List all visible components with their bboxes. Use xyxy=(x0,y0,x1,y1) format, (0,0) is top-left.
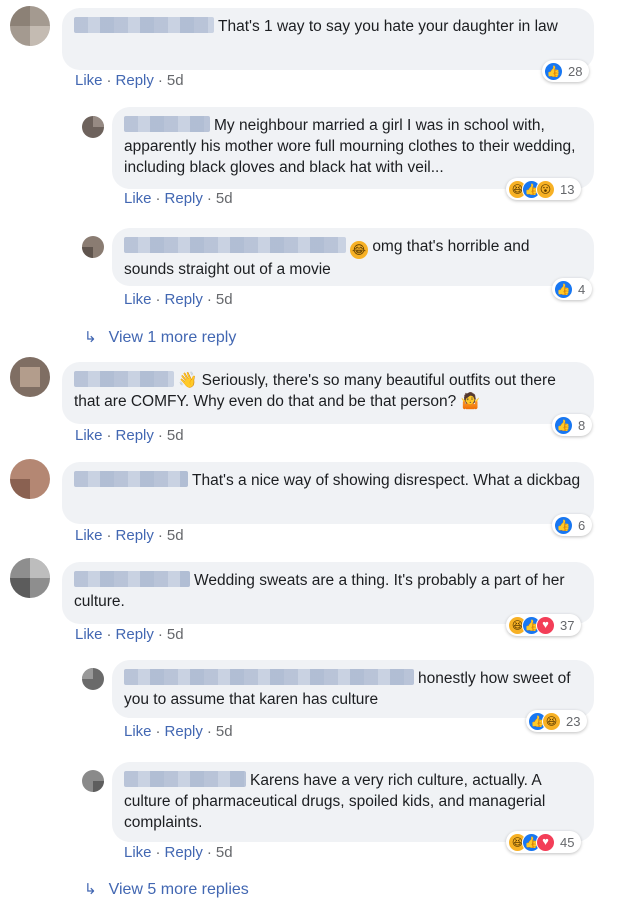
avatar[interactable] xyxy=(82,668,104,690)
commenter-name[interactable] xyxy=(124,237,346,253)
laughing-emoji-icon: 😂 xyxy=(350,241,368,259)
reply-link[interactable]: Reply xyxy=(165,190,203,207)
wow-reaction-icon: 😮 xyxy=(536,179,555,199)
reply-link[interactable]: Reply xyxy=(165,291,203,308)
avatar[interactable] xyxy=(82,236,104,258)
reply-arrow-icon: ↳ xyxy=(84,881,97,898)
like-link[interactable]: Like xyxy=(75,72,103,89)
comment-bubble: 👋 Seriously, there's so many beautiful o… xyxy=(62,362,594,424)
reply-link[interactable]: Reply xyxy=(116,626,154,643)
like-link[interactable]: Like xyxy=(124,190,152,207)
reaction-count: 13 xyxy=(560,181,575,197)
commenter-name[interactable] xyxy=(74,471,188,487)
reaction-count: 8 xyxy=(578,417,586,433)
timestamp[interactable]: 5d xyxy=(167,626,184,643)
comment-bubble: My neighbour married a girl I was in sch… xyxy=(112,107,594,189)
view-more-replies-link[interactable]: ↳ View 1 more reply xyxy=(84,328,236,347)
comment-actions: Like · Reply · 5d xyxy=(124,190,233,207)
like-link[interactable]: Like xyxy=(75,527,103,544)
haha-reaction-icon: 😆 xyxy=(542,711,561,731)
comment-text: That's 1 way to say you hate your daught… xyxy=(218,18,558,35)
reaction-count: 28 xyxy=(568,63,583,79)
commenter-name[interactable] xyxy=(124,116,210,132)
avatar[interactable] xyxy=(10,558,50,598)
comment-bubble: That's a nice way of showing disrespect.… xyxy=(62,462,594,524)
like-reaction-icon: 👍 xyxy=(554,279,573,299)
avatar[interactable] xyxy=(10,6,50,46)
reply-link[interactable]: Reply xyxy=(165,844,203,861)
comment-actions: Like · Reply · 5d xyxy=(75,527,184,544)
like-link[interactable]: Like xyxy=(75,626,103,643)
comment-actions: Like · Reply · 5d xyxy=(75,72,184,89)
reaction-summary[interactable]: 😆 👍 ♥ 37 xyxy=(506,614,582,636)
comment-actions: Like · Reply · 5d xyxy=(124,291,233,308)
timestamp[interactable]: 5d xyxy=(216,291,233,308)
reply-link[interactable]: Reply xyxy=(116,527,154,544)
like-link[interactable]: Like xyxy=(124,844,152,861)
like-link[interactable]: Like xyxy=(124,723,152,740)
reaction-summary[interactable]: 😆 👍 😮 13 xyxy=(506,178,582,200)
wave-emoji-icon: 👋 xyxy=(178,372,198,389)
comment-actions: Like · Reply · 5d xyxy=(75,427,184,444)
reply-link[interactable]: Reply xyxy=(165,723,203,740)
timestamp[interactable]: 5d xyxy=(216,190,233,207)
commenter-name[interactable] xyxy=(124,771,246,787)
reply-link[interactable]: Reply xyxy=(116,427,154,444)
reaction-count: 45 xyxy=(560,834,575,850)
comment-bubble: 😂 omg that's horrible and sounds straigh… xyxy=(112,228,594,286)
comment-actions: Like · Reply · 5d xyxy=(124,844,233,861)
avatar[interactable] xyxy=(82,116,104,138)
like-reaction-icon: 👍 xyxy=(554,515,573,535)
timestamp[interactable]: 5d xyxy=(216,723,233,740)
avatar[interactable] xyxy=(82,770,104,792)
timestamp[interactable]: 5d xyxy=(167,427,184,444)
reply-arrow-icon: ↳ xyxy=(84,329,97,346)
reaction-count: 6 xyxy=(578,517,586,533)
timestamp[interactable]: 5d xyxy=(167,72,184,89)
commenter-name[interactable] xyxy=(74,17,214,33)
comment-bubble: That's 1 way to say you hate your daught… xyxy=(62,8,594,70)
reaction-count: 37 xyxy=(560,617,575,633)
reaction-summary[interactable]: 👍 28 xyxy=(542,60,590,82)
love-reaction-icon: ♥ xyxy=(536,615,555,635)
avatar[interactable] xyxy=(10,357,50,397)
love-reaction-icon: ♥ xyxy=(536,832,555,852)
reply-link[interactable]: Reply xyxy=(116,72,154,89)
reaction-count: 23 xyxy=(566,713,581,729)
commenter-name[interactable] xyxy=(124,669,414,685)
comment-actions: Like · Reply · 5d xyxy=(124,723,233,740)
like-link[interactable]: Like xyxy=(75,427,103,444)
reaction-summary[interactable]: 👍 8 xyxy=(552,414,593,436)
reaction-summary[interactable]: 👍 😆 23 xyxy=(526,710,588,732)
reaction-count: 4 xyxy=(578,281,586,297)
comment-bubble: honestly how sweet of you to assume that… xyxy=(112,660,594,718)
timestamp[interactable]: 5d xyxy=(167,527,184,544)
timestamp[interactable]: 5d xyxy=(216,844,233,861)
comment-actions: Like · Reply · 5d xyxy=(75,626,184,643)
like-reaction-icon: 👍 xyxy=(554,415,573,435)
commenter-name[interactable] xyxy=(74,571,190,587)
comment-bubble: Karens have a very rich culture, actuall… xyxy=(112,762,594,842)
reaction-summary[interactable]: 👍 4 xyxy=(552,278,593,300)
comment-text: That's a nice way of showing disrespect.… xyxy=(192,472,581,489)
like-link[interactable]: Like xyxy=(124,291,152,308)
reaction-summary[interactable]: 😆 👍 ♥ 45 xyxy=(506,831,582,853)
reaction-summary[interactable]: 👍 6 xyxy=(552,514,593,536)
like-reaction-icon: 👍 xyxy=(544,61,563,81)
avatar[interactable] xyxy=(10,459,50,499)
shrug-emoji-icon: 🤷 xyxy=(460,393,480,410)
commenter-name[interactable] xyxy=(74,371,174,387)
view-more-replies-link[interactable]: ↳ View 5 more replies xyxy=(84,880,249,899)
